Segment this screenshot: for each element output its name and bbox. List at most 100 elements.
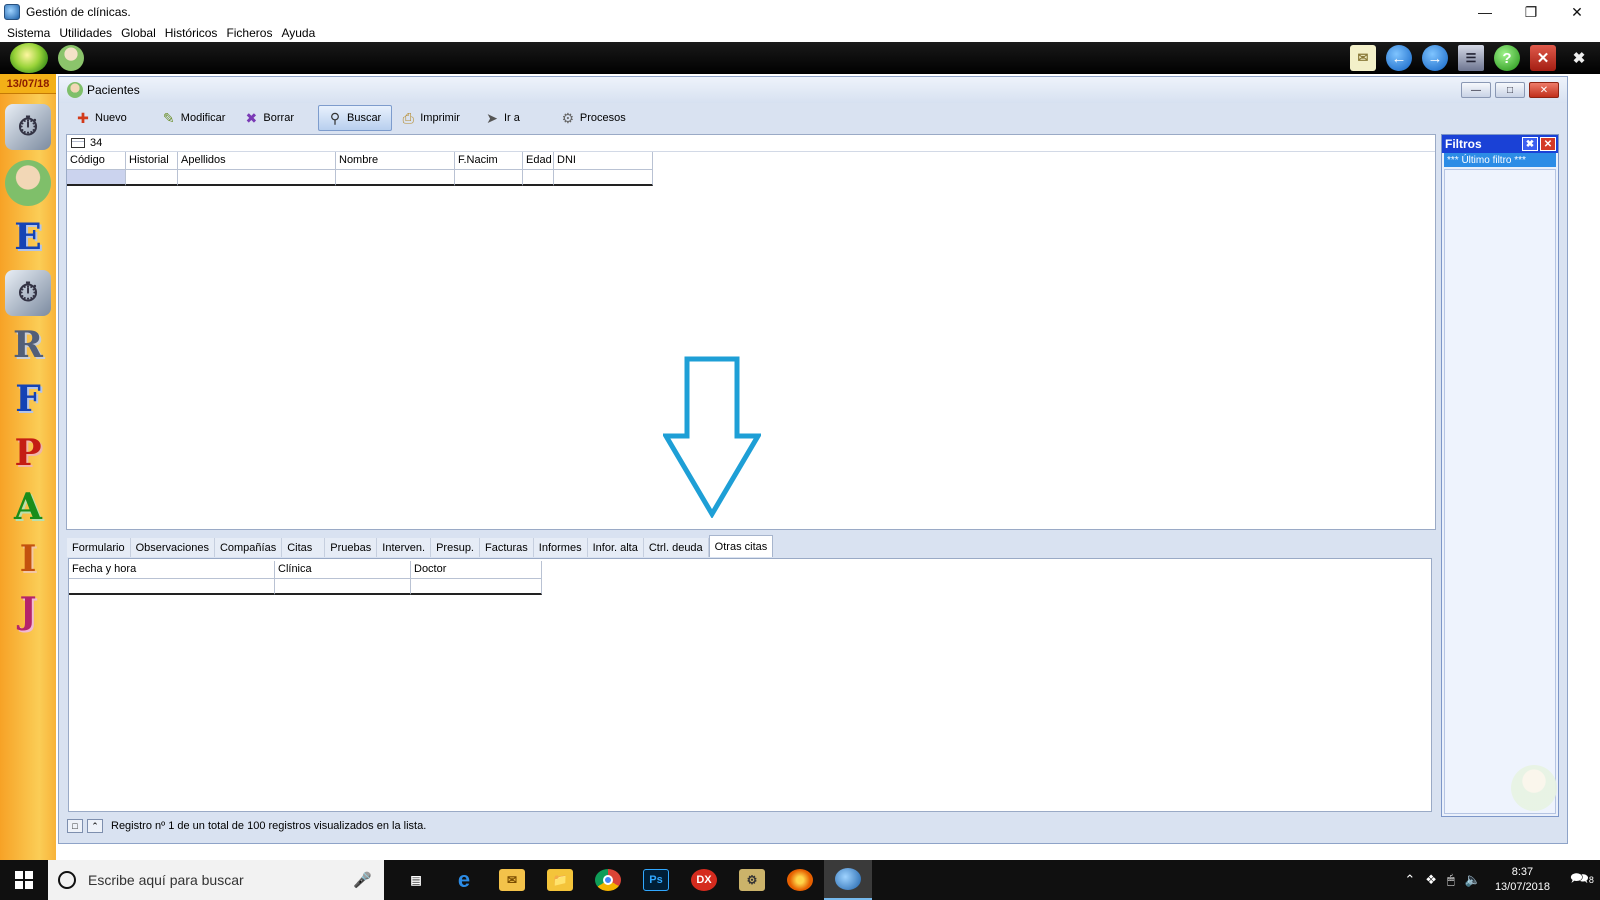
cell-edad[interactable] xyxy=(523,170,554,186)
close-all-icon[interactable]: ✖ xyxy=(1566,45,1592,71)
col-fnacim[interactable]: F.Nacim xyxy=(455,152,523,170)
edge-icon[interactable]: e xyxy=(440,860,488,900)
cell-codigo[interactable] xyxy=(67,170,126,186)
restore-button[interactable]: ❐ xyxy=(1508,0,1554,24)
start-button[interactable] xyxy=(0,860,48,900)
mail-icon[interactable]: ✉ xyxy=(1350,45,1376,71)
i-module-icon[interactable]: I xyxy=(5,536,51,582)
network-icon[interactable]: 🖱 xyxy=(1447,872,1455,888)
table-row[interactable] xyxy=(67,170,1435,186)
dropbox-icon[interactable]: ❖ xyxy=(1425,872,1437,888)
help-icon[interactable]: ? xyxy=(1494,45,1520,71)
table-row[interactable] xyxy=(69,579,1431,595)
col-apellidos[interactable]: Apellidos xyxy=(178,152,336,170)
tab-otras-citas[interactable]: Otras citas xyxy=(708,535,774,557)
cell-nombre[interactable] xyxy=(336,170,455,186)
menu-utilidades[interactable]: Utilidades xyxy=(59,26,112,40)
close-window-icon[interactable]: ✕ xyxy=(1530,45,1556,71)
buscar-button[interactable]: ⚲ Buscar xyxy=(317,105,393,131)
agenda-clock-icon[interactable]: ⏱ xyxy=(5,104,51,150)
col-edad[interactable]: Edad xyxy=(523,152,554,170)
r-module-icon[interactable]: R xyxy=(5,322,51,368)
close-button[interactable]: ✕ xyxy=(1554,0,1600,24)
tray-clock[interactable]: 8:37 13/07/2018 xyxy=(1495,865,1550,895)
tab-ctrl-deuda[interactable]: Ctrl. deuda xyxy=(643,538,709,557)
otras-citas-panel: Fecha y hora Clínica Doctor xyxy=(68,558,1432,812)
cell-fecha-hora[interactable] xyxy=(69,579,275,595)
tab-interven[interactable]: Interven. xyxy=(377,538,432,557)
borrar-button[interactable]: ✖ Borrar xyxy=(235,105,304,131)
a-module-icon[interactable]: A xyxy=(5,484,51,530)
collapse-up-icon[interactable]: ⌃ xyxy=(87,819,103,833)
volume-icon[interactable]: 🔈 xyxy=(1465,872,1481,888)
col-codigo[interactable]: Código xyxy=(67,152,126,170)
notifications-icon[interactable]: 🗪 8 xyxy=(1564,860,1600,900)
col-doctor[interactable]: Doctor xyxy=(411,561,542,579)
cell-doctor[interactable] xyxy=(411,579,542,595)
menu-ficheros[interactable]: Ficheros xyxy=(226,26,272,40)
f-module-icon[interactable]: F xyxy=(5,376,51,422)
cell-historial[interactable] xyxy=(126,170,178,186)
explorer-icon[interactable]: 📁 xyxy=(536,860,584,900)
microphone-icon[interactable]: 🎤 xyxy=(353,871,372,889)
tab-observaciones[interactable]: Observaciones xyxy=(130,538,215,557)
firefox-icon[interactable] xyxy=(776,860,824,900)
minimize-button[interactable]: — xyxy=(1462,0,1508,24)
windows-list-icon[interactable]: ☰ xyxy=(1458,45,1484,71)
col-dni[interactable]: DNI xyxy=(554,152,653,170)
modificar-button[interactable]: ✎ Modificar xyxy=(153,105,236,131)
col-fecha-hora[interactable]: Fecha y hora xyxy=(69,561,275,579)
filter-item[interactable]: *** Último filtro *** xyxy=(1444,153,1556,167)
photoshop-icon[interactable]: Ps xyxy=(632,860,680,900)
chrome-icon[interactable] xyxy=(584,860,632,900)
tab-formulario[interactable]: Formulario xyxy=(67,538,131,557)
tab-facturas[interactable]: Facturas xyxy=(480,538,534,557)
inner-close-button[interactable]: ✕ xyxy=(1529,82,1559,98)
forward-arrow-icon[interactable]: → xyxy=(1422,45,1448,71)
back-arrow-icon[interactable]: ← xyxy=(1386,45,1412,71)
tab-citas[interactable]: Citas xyxy=(282,538,326,557)
appointments-clock-icon[interactable]: ⏱ xyxy=(5,270,51,316)
ir-a-button[interactable]: ➤ Ir a xyxy=(476,105,530,131)
filters-close-icon[interactable]: ✕ xyxy=(1540,137,1556,151)
tab-infor-alta[interactable]: Infor. alta xyxy=(587,538,644,557)
clinic-app-icon[interactable]: ⚙ xyxy=(728,860,776,900)
filters-pin-icon[interactable]: ✖ xyxy=(1522,137,1538,151)
tab-pruebas[interactable]: Pruebas xyxy=(325,538,378,557)
j-module-icon[interactable]: J xyxy=(5,588,51,634)
procesos-button[interactable]: ⚙ Procesos xyxy=(552,105,636,131)
cell-fnacim[interactable] xyxy=(455,170,523,186)
taskbar-search[interactable]: Escribe aquí para buscar 🎤 xyxy=(48,860,384,900)
p-module-icon[interactable]: P xyxy=(5,430,51,476)
dx-icon[interactable]: DX xyxy=(680,860,728,900)
tab-companias[interactable]: Compañías xyxy=(214,538,283,557)
cell-apellidos[interactable] xyxy=(178,170,336,186)
menu-ayuda[interactable]: Ayuda xyxy=(281,26,315,40)
patients-icon[interactable] xyxy=(5,160,51,206)
imprimir-label: Imprimir xyxy=(420,112,460,124)
panel-toggle-icon[interactable]: □ xyxy=(67,819,83,833)
home-orb-icon[interactable] xyxy=(10,43,48,73)
task-view-icon[interactable]: ▤ xyxy=(392,860,440,900)
inner-maximize-button[interactable]: □ xyxy=(1495,82,1525,98)
e-module-icon[interactable]: E xyxy=(5,214,51,260)
cell-clinica[interactable] xyxy=(275,579,411,595)
col-historial[interactable]: Historial xyxy=(126,152,178,170)
mail-app-icon[interactable]: ✉ xyxy=(488,860,536,900)
col-nombre[interactable]: Nombre xyxy=(336,152,455,170)
cell-dni[interactable] xyxy=(554,170,653,186)
col-clinica[interactable]: Clínica xyxy=(275,561,411,579)
menu-global[interactable]: Global xyxy=(121,26,156,40)
grid-icon xyxy=(71,138,85,148)
user-icon[interactable] xyxy=(58,45,84,71)
menu-sistema[interactable]: Sistema xyxy=(7,26,50,40)
menu-historicos[interactable]: Históricos xyxy=(165,26,218,40)
chevron-up-icon[interactable]: ⌃ xyxy=(1404,872,1415,888)
tab-presup[interactable]: Presup. xyxy=(431,538,480,557)
inner-minimize-button[interactable]: — xyxy=(1461,82,1491,98)
tab-informes[interactable]: Informes xyxy=(533,538,588,557)
assistant-avatar-icon[interactable] xyxy=(1511,765,1557,811)
nuevo-button[interactable]: ✚ Nuevo xyxy=(67,105,137,131)
imprimir-button[interactable]: ⎙ Imprimir xyxy=(392,105,470,131)
clinic-active-icon[interactable] xyxy=(824,860,872,900)
